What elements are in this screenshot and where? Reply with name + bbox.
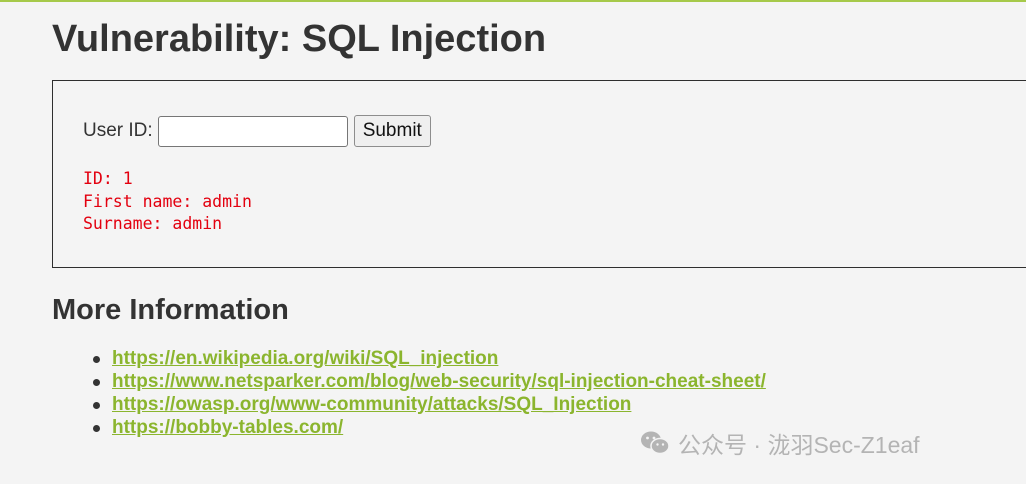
user-id-input[interactable] [157,115,348,147]
result-id-line: ID: 1 [83,169,133,188]
more-information-heading: More Information [52,294,289,326]
link-netsparker-cheat-sheet[interactable]: https://www.netsparker.com/blog/web-secu… [112,371,766,392]
result-first-name-line: First name: admin [83,191,252,211]
bullet-icon [93,402,100,409]
list-item: https://owasp.org/www-community/attacks/… [90,393,766,416]
watermark: 公众号 · 泷羽Sec-Z1eaf [640,426,920,460]
top-accent-rule [0,0,1026,2]
link-wikipedia-sql-injection[interactable]: https://en.wikipedia.org/wiki/SQL_inject… [112,348,498,369]
bullet-icon [93,356,100,363]
user-id-form: User ID: Submit [83,115,431,147]
submit-button[interactable]: Submit [353,115,431,147]
vulnerable-code-panel: User ID: Submit ID: 1 First name: admin Su… [52,80,1026,268]
page-title: Vulnerability: SQL Injection [52,18,547,60]
link-owasp-sql-injection[interactable]: https://owasp.org/www-community/attacks/… [112,394,631,415]
user-id-label: User ID: [83,120,153,141]
watermark-text: 公众号 · 泷羽Sec-Z1eaf [678,432,920,458]
bullet-icon [93,425,100,432]
query-result: ID: 1 First name: admin Surname: admin [83,168,252,236]
result-surname-line: Surname: admin [83,214,223,233]
list-item: https://www.netsparker.com/blog/web-secu… [90,370,766,393]
list-item: https://en.wikipedia.org/wiki/SQL_inject… [90,347,766,370]
link-bobby-tables[interactable]: https://bobby-tables.com/ [112,417,343,438]
bullet-icon [93,379,100,386]
wechat-icon [641,431,670,455]
